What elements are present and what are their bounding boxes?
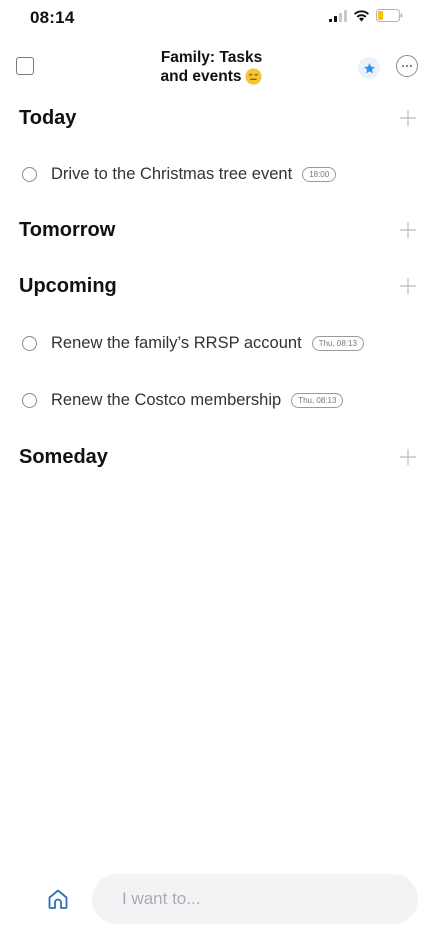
status-icons	[329, 9, 403, 22]
section-title-today: Today	[19, 107, 77, 129]
list-title-line1: Family: Tasks	[160, 49, 263, 66]
section-title-tomorrow: Tomorrow	[19, 219, 116, 241]
task-row[interactable]: Renew the family’s RRSP account Thu, 08:…	[22, 330, 417, 356]
battery-icon	[376, 9, 403, 22]
ellipsis-icon	[401, 64, 413, 68]
task-time-badge: 18:00	[302, 166, 337, 182]
quick-add-bar[interactable]	[92, 874, 418, 924]
task-title: Renew the Costco membership	[51, 390, 282, 409]
add-task-upcoming-plus-icon[interactable]	[399, 277, 417, 295]
wifi-icon	[354, 10, 369, 22]
task-row[interactable]: Renew the Costco membership Thu, 08:13	[22, 387, 417, 413]
favorite-button[interactable]	[358, 57, 380, 79]
more-options-button[interactable]	[396, 55, 418, 77]
section-title-someday: Someday	[19, 446, 108, 468]
section-today: Today	[19, 105, 419, 135]
task-time-badge: Thu, 08:13	[291, 392, 344, 408]
task-title: Drive to the Christmas tree event	[51, 164, 293, 183]
task-checkbox[interactable]	[22, 335, 37, 351]
star-icon	[363, 62, 375, 73]
quick-add-input[interactable]	[120, 888, 418, 910]
list-title[interactable]: Family: Tasks and events	[100, 48, 323, 86]
add-task-someday-plus-icon[interactable]	[399, 448, 417, 466]
list-header: Family: Tasks and events	[0, 40, 423, 96]
status-bar: 08:14	[0, 0, 423, 34]
status-time: 08:14	[30, 8, 75, 27]
expressionless-face-icon	[245, 68, 263, 85]
task-time-badge: Thu, 08:13	[311, 335, 364, 351]
cellular-signal-icon	[329, 9, 347, 22]
add-task-tomorrow-plus-icon[interactable]	[399, 221, 417, 239]
task-checkbox[interactable]	[22, 392, 37, 408]
section-someday: Someday	[19, 444, 419, 474]
section-tomorrow: Tomorrow	[19, 217, 419, 247]
task-checkbox[interactable]	[22, 166, 37, 182]
section-title-upcoming: Upcoming	[19, 275, 117, 297]
list-title-line2: and events	[160, 68, 242, 85]
add-task-today-plus-icon[interactable]	[399, 109, 417, 127]
section-upcoming: Upcoming	[19, 273, 419, 303]
task-row[interactable]: Drive to the Christmas tree event 18:00	[22, 161, 417, 187]
list-title-line2-wrap: and events	[161, 67, 263, 86]
home-icon[interactable]	[46, 887, 70, 911]
select-list-checkbox[interactable]	[16, 57, 34, 75]
task-title: Renew the family’s RRSP account	[51, 333, 302, 352]
